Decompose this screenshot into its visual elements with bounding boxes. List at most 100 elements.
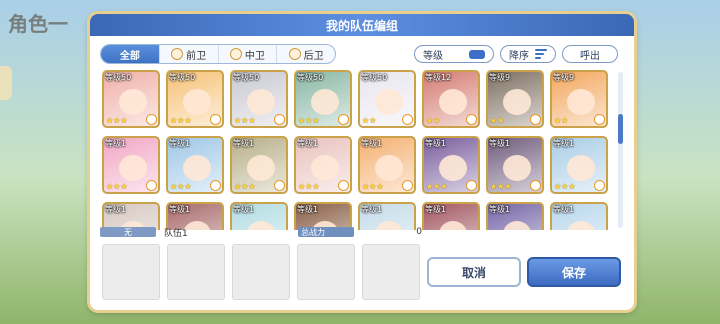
star-rating: ★★	[426, 116, 441, 125]
star-rating: ★★	[490, 116, 505, 125]
character-card[interactable]: 等级1 ★★★	[486, 136, 544, 194]
star-rating: ★★★	[490, 182, 512, 191]
team-tag: 无	[100, 227, 156, 237]
grid-scrollbar[interactable]	[618, 72, 623, 228]
character-card[interactable]: 等级1 ★★★	[230, 136, 288, 194]
tab-front[interactable]: 前卫	[160, 45, 219, 63]
character-portrait	[567, 221, 595, 230]
rank-badge-icon	[530, 180, 541, 191]
tab-back[interactable]: 后卫	[277, 45, 335, 63]
character-level: 等级12	[425, 73, 452, 82]
character-level: 等级50	[233, 73, 260, 82]
character-portrait	[439, 155, 467, 181]
dialog-title: 我的队伍编组	[90, 14, 634, 36]
character-card[interactable]: 等级1	[422, 202, 480, 230]
character-portrait	[439, 89, 467, 115]
character-card[interactable]: 等级50 ★★★	[294, 70, 352, 128]
character-card[interactable]: 等级1 ★★★	[422, 136, 480, 194]
star-rating: ★★	[362, 116, 377, 125]
character-card[interactable]: 等级9 ★★	[550, 70, 608, 128]
front-position-icon	[171, 48, 184, 60]
character-level: 等级50	[105, 73, 132, 82]
character-portrait	[503, 89, 531, 115]
tab-all[interactable]: 全部	[101, 45, 160, 63]
star-rating: ★★★	[298, 182, 320, 191]
star-rating: ★★	[554, 116, 569, 125]
character-portrait	[503, 155, 531, 181]
cancel-button[interactable]: 取消	[427, 257, 521, 287]
character-card[interactable]: 等级50 ★★★	[230, 70, 288, 128]
character-level: 等级50	[169, 73, 196, 82]
tab-back-label: 后卫	[303, 50, 324, 62]
star-rating: ★★★	[298, 116, 320, 125]
character-card[interactable]: 等级1 ★★★	[166, 136, 224, 194]
rank-badge-icon	[402, 180, 413, 191]
team-slot-4[interactable]	[297, 244, 355, 300]
rank-badge-icon	[210, 114, 221, 125]
star-rating: ★★★	[554, 182, 576, 191]
character-card[interactable]: 等级12 ★★	[422, 70, 480, 128]
character-portrait	[183, 89, 211, 115]
rank-badge-icon	[594, 180, 605, 191]
star-rating: ★★★	[234, 116, 256, 125]
character-level: 等级50	[361, 73, 388, 82]
character-level: 等级1	[489, 205, 511, 214]
character-card[interactable]: 等级1 ★★★	[294, 136, 352, 194]
rank-badge-icon	[338, 180, 349, 191]
team-power-bar: 总战力 0	[298, 226, 422, 238]
team-slot-3[interactable]	[232, 244, 290, 300]
character-level: 等级1	[169, 205, 191, 214]
tab-middle[interactable]: 中卫	[219, 45, 278, 63]
tab-all-label: 全部	[119, 50, 140, 62]
level-sort-label: 等级	[423, 50, 443, 62]
rank-badge-icon	[274, 114, 285, 125]
team-slot-5[interactable]	[362, 244, 420, 300]
star-rating: ★★★	[426, 182, 448, 191]
character-level: 等级9	[553, 73, 575, 82]
character-card[interactable]: 等级50 ★★	[358, 70, 416, 128]
grid-scrollbar-thumb[interactable]	[618, 114, 623, 144]
character-level: 等级1	[169, 139, 191, 148]
character-card[interactable]: 等级9 ★★	[486, 70, 544, 128]
character-card[interactable]: 等级1	[486, 202, 544, 230]
character-portrait	[375, 155, 403, 181]
character-card[interactable]: 等级1	[550, 202, 608, 230]
call-out-button[interactable]: 呼出	[562, 45, 618, 63]
rank-badge-icon	[274, 180, 285, 191]
character-card[interactable]: 等级50 ★★★	[166, 70, 224, 128]
character-portrait	[439, 221, 467, 230]
descending-sort-button[interactable]: 降序	[500, 45, 556, 63]
character-portrait	[119, 155, 147, 181]
character-level: 等级1	[233, 139, 255, 148]
character-portrait	[119, 89, 147, 115]
team-name: 队伍1	[164, 228, 188, 239]
character-level: 等级1	[105, 205, 127, 214]
star-rating: ★★★	[106, 182, 128, 191]
level-sort-button[interactable]: 等级	[414, 45, 494, 63]
character-portrait	[183, 155, 211, 181]
character-card[interactable]: 等级1 ★★★	[358, 136, 416, 194]
character-card[interactable]: 等级1 ★★★	[102, 136, 160, 194]
total-power-label: 总战力	[298, 227, 354, 237]
call-out-label: 呼出	[580, 50, 600, 62]
team-edit-dialog: 我的队伍编组 全部 前卫 中卫 后卫 等级 降序 呼出 等级50 ★★★ 等级50 ★…	[90, 14, 634, 310]
character-level: 等级1	[361, 139, 383, 148]
character-grid: 等级50 ★★★ 等级50 ★★★ 等级50 ★★★ 等级50 ★★★ 等级50 ★★ 等级12 ★★…	[102, 70, 614, 230]
back-position-icon	[288, 48, 301, 60]
background-side-tab[interactable]	[0, 66, 12, 100]
character-card[interactable]: 等级1 ★★★	[550, 136, 608, 194]
save-button[interactable]: 保存	[527, 257, 621, 287]
star-rating: ★★★	[362, 182, 384, 191]
rank-badge-icon	[210, 180, 221, 191]
team-slot-1[interactable]	[102, 244, 160, 300]
character-level: 等级9	[489, 73, 511, 82]
rank-badge-icon	[594, 114, 605, 125]
rank-badge-icon	[466, 180, 477, 191]
character-level: 等级1	[233, 205, 255, 214]
character-level: 等级1	[425, 139, 447, 148]
rank-badge-icon	[146, 180, 157, 191]
descending-sort-label: 降序	[509, 50, 529, 62]
team-slot-2[interactable]	[167, 244, 225, 300]
character-card[interactable]: 等级50 ★★★	[102, 70, 160, 128]
character-portrait	[375, 89, 403, 115]
